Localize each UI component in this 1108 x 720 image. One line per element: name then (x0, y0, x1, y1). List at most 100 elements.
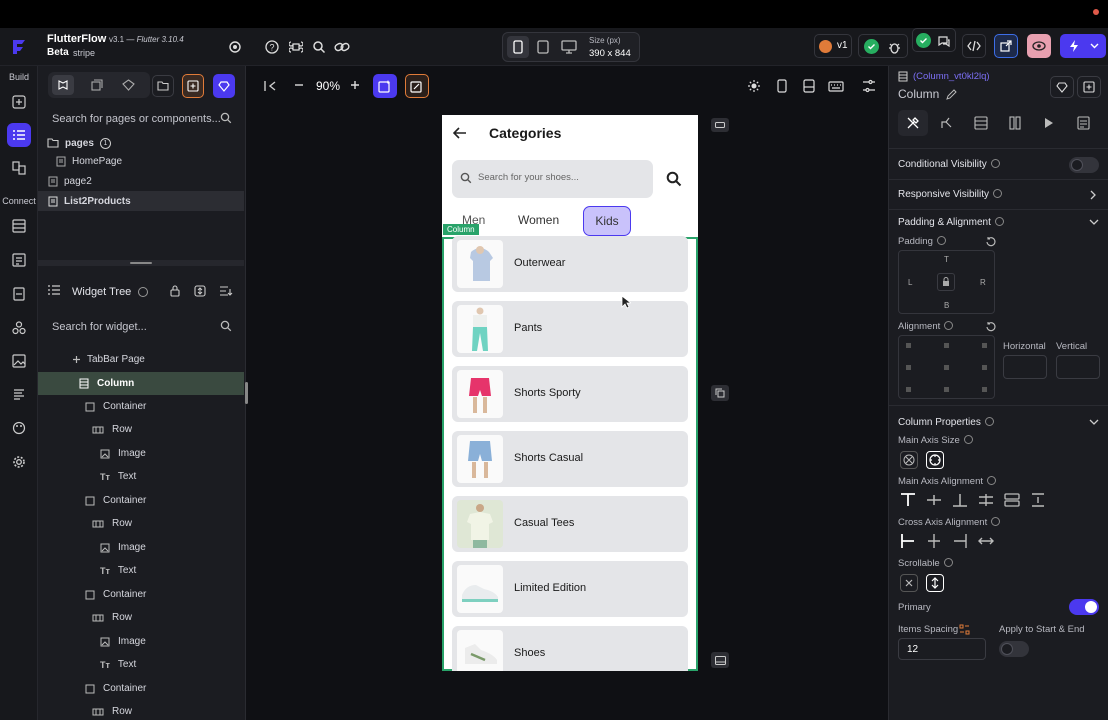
pages-tab-icon[interactable] (52, 75, 74, 95)
category-card-pants[interactable]: Pants (452, 301, 688, 357)
check-icon-2[interactable] (916, 33, 931, 48)
space-between-icon[interactable] (978, 492, 994, 508)
storage-icon[interactable] (7, 282, 31, 306)
padding-left[interactable]: L (908, 278, 912, 287)
tree-row-text[interactable]: Tт Text (38, 559, 244, 582)
help-icon[interactable]: ? (264, 39, 280, 55)
axis-size-max-icon[interactable] (926, 451, 944, 469)
chevron-down-icon[interactable] (1089, 219, 1099, 225)
horizontal-input[interactable] (1003, 355, 1047, 379)
check-icon[interactable] (864, 39, 879, 54)
components-icon[interactable] (7, 156, 31, 180)
run-button[interactable] (1060, 34, 1106, 58)
tree-row-text[interactable]: Tт Text (38, 653, 244, 676)
tree-row-container[interactable]: Container (38, 395, 244, 418)
tree-row-image[interactable]: Image (38, 630, 244, 653)
tree-options-icon[interactable] (219, 285, 233, 297)
reset-icon[interactable] (986, 321, 997, 332)
components-tab-icon[interactable] (86, 75, 108, 95)
page-item-list2products[interactable]: List2Products (38, 191, 244, 211)
space-around-icon[interactable] (1004, 492, 1020, 508)
chevron-down-icon[interactable] (1089, 419, 1099, 425)
backend-query-tab-icon[interactable] (966, 110, 996, 136)
category-card-shorts-casual[interactable]: Shorts Casual (452, 431, 688, 487)
vertical-input[interactable] (1056, 355, 1100, 379)
align-center-icon[interactable] (926, 492, 942, 508)
back-arrow-icon[interactable] (452, 125, 468, 141)
tab-kids[interactable]: Kids (583, 206, 631, 236)
category-card-outerwear[interactable]: Outerwear (452, 236, 688, 292)
scroll-vertical-icon[interactable] (926, 574, 944, 592)
items-spacing-input[interactable]: 12 (898, 638, 986, 660)
theme-icon[interactable] (7, 416, 31, 440)
tree-row-tabbar-page[interactable]: TabBar Page (38, 348, 244, 371)
apply-start-end-toggle[interactable] (999, 641, 1029, 657)
primary-toggle[interactable] (1069, 599, 1099, 615)
responsive-icon[interactable] (801, 78, 817, 94)
collapse-panel-icon[interactable] (262, 78, 278, 94)
library-tab-icon[interactable] (117, 75, 139, 95)
edit-pencil-icon[interactable] (946, 89, 957, 100)
zoom-out-icon[interactable] (293, 79, 305, 91)
custom-code-icon[interactable] (7, 383, 31, 407)
conditional-visibility-toggle[interactable] (1069, 157, 1099, 173)
pages-search-input[interactable]: Search for pages or components... (38, 106, 244, 132)
tree-row-column[interactable]: Column (38, 372, 244, 395)
tree-row-image[interactable]: Image (38, 442, 244, 465)
tree-row-container[interactable]: Container (38, 677, 244, 700)
padding-right[interactable]: R (980, 278, 986, 287)
category-card-shoes[interactable]: Shoes (452, 626, 688, 671)
padding-box[interactable]: T L R B (898, 250, 995, 314)
align-start-icon[interactable] (900, 492, 916, 508)
widget-tree-nav-icon[interactable] (7, 123, 31, 147)
cross-end-icon[interactable] (952, 533, 968, 549)
actions-tab-icon[interactable] (932, 110, 962, 136)
info-icon[interactable] (138, 287, 148, 297)
version-pill[interactable]: v1 (814, 34, 852, 58)
tree-row-row[interactable]: Row (38, 418, 244, 441)
tree-row-text[interactable]: Tт Text (38, 465, 244, 488)
media-assets-icon[interactable] (7, 349, 31, 373)
search-button-icon[interactable] (665, 170, 683, 188)
zoom-in-icon[interactable] (349, 79, 361, 91)
align-end-icon[interactable] (952, 492, 968, 508)
cross-stretch-icon[interactable] (978, 533, 994, 549)
link-icon[interactable] (334, 39, 350, 55)
lock-icon[interactable] (170, 285, 180, 297)
device-frame-icon[interactable] (774, 78, 790, 94)
save-component-diamond-icon[interactable] (1050, 76, 1074, 98)
spacing-variable-icon[interactable] (959, 624, 970, 635)
phone-preview[interactable]: Categories Search for your shoes... Men … (442, 115, 698, 671)
tablet-device-icon[interactable] (532, 36, 554, 58)
magic-edit-icon[interactable] (405, 74, 429, 98)
axis-size-min-icon[interactable] (900, 451, 918, 469)
keyboard-icon[interactable] (828, 78, 844, 94)
tree-row-row[interactable]: Row (38, 512, 244, 535)
page-item-homepage[interactable]: HomePage (38, 151, 244, 171)
padding-lock-icon[interactable] (937, 273, 955, 291)
light-mode-icon[interactable] (746, 78, 762, 94)
chat-icon[interactable] (936, 33, 952, 49)
size-value[interactable]: 390 x 844 (589, 48, 631, 59)
tree-scrollbar[interactable] (245, 382, 248, 404)
canvas-settings-icon[interactable] (861, 78, 877, 94)
phone-device-icon[interactable] (507, 36, 529, 58)
desktop-device-icon[interactable] (558, 36, 580, 58)
reset-icon[interactable] (986, 236, 997, 247)
documentation-tab-icon[interactable] (1068, 110, 1098, 136)
database-icon[interactable] (7, 214, 31, 238)
cross-center-icon[interactable] (926, 533, 942, 549)
open-external-icon[interactable] (994, 34, 1018, 58)
convert-component-icon[interactable] (1077, 76, 1101, 98)
command-icon[interactable] (288, 39, 304, 55)
space-evenly-icon[interactable] (1030, 492, 1046, 508)
responsive-visibility-row[interactable]: Responsive Visibility (889, 180, 1108, 210)
tree-row-container[interactable]: Container (38, 489, 244, 512)
copy-icon[interactable] (711, 385, 729, 401)
animations-play-icon[interactable] (1034, 110, 1064, 136)
ai-gen-icon[interactable] (373, 74, 397, 98)
alignment-grid[interactable] (898, 335, 995, 399)
add-page-button-icon[interactable] (182, 74, 204, 98)
new-folder-icon[interactable] (152, 75, 174, 97)
category-card-shorts-sporty[interactable]: Shorts Sporty (452, 366, 688, 422)
